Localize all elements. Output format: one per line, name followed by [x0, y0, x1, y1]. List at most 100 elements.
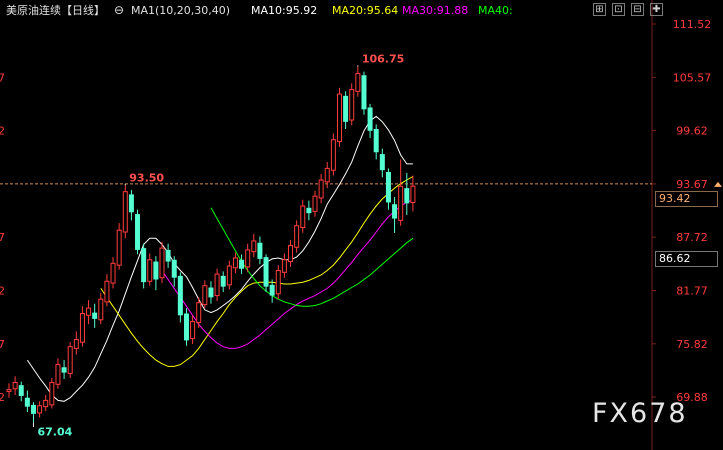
candle-body-up [251, 240, 257, 253]
ma-line-ma30 [161, 199, 414, 349]
candle-body-up [324, 167, 330, 183]
instrument-title: 美原油连续【日线】 [6, 4, 105, 17]
candle-body-up [110, 262, 116, 284]
candle-body-up [226, 265, 232, 286]
candle-body-up [281, 259, 287, 273]
left-edge-label: 2 [0, 284, 5, 297]
candle-body-down [257, 242, 263, 259]
candle-body-down [141, 248, 147, 283]
candle-body-up [49, 381, 55, 406]
candle-body-up [300, 205, 306, 229]
candle-body-down [373, 128, 379, 153]
candle-body-up [232, 257, 238, 269]
chart-header: 美原油连续【日线】 ⊖ MA1(10,20,30,40) MA10:95.92 … [0, 0, 723, 22]
ma40-value: MA40: [478, 4, 513, 17]
candle-body-down [385, 171, 391, 203]
candle-body-up [104, 280, 110, 303]
candle-body-up [196, 302, 202, 323]
candle-body-down [153, 261, 159, 280]
high-price-label: 106.75 [362, 53, 404, 66]
candle-body-down [171, 259, 177, 278]
candle-body-down [177, 275, 183, 316]
current-price-box: 93.42 [655, 191, 718, 207]
candle-body-down [343, 95, 349, 122]
ma-line-ma10 [26, 115, 413, 402]
candle-body-down [183, 313, 189, 341]
candle-body-down [18, 385, 24, 396]
price-label: 75.82 [676, 338, 708, 351]
left-edge-label: 7 [0, 338, 5, 351]
cursor-price-box: 86.62 [655, 251, 718, 267]
candle-body-up [147, 259, 153, 282]
candle-body-up [355, 72, 361, 92]
candle-body-up [37, 405, 43, 414]
candle-body-up [330, 139, 336, 171]
left-edge-label: 7 [0, 71, 5, 84]
candle-body-up [275, 270, 281, 295]
left-edge-label: 2 [0, 125, 5, 138]
candle-body-up [214, 273, 220, 297]
candle-body-up [55, 364, 61, 385]
settings-icon[interactable]: ⊖ [114, 3, 124, 17]
candle-body-down [165, 249, 171, 262]
candle-body-down [263, 257, 269, 287]
candle-body-up [312, 195, 318, 212]
candle-body-down [92, 312, 98, 319]
candle-body-down [404, 188, 410, 204]
candle-body-down [135, 214, 141, 250]
minimize-icon[interactable]: ⊟ [631, 3, 644, 16]
candle-body-up [12, 381, 18, 390]
candle-body-up [67, 346, 73, 375]
candle-body-down [220, 275, 226, 287]
candle-body-up [159, 247, 165, 279]
candle-body-down [208, 287, 214, 298]
candle-body-up [349, 89, 355, 121]
ma20-value: MA20:95.64 [332, 4, 399, 17]
candle-body-down [24, 397, 30, 407]
candle-body-up [288, 244, 294, 263]
left-edge-label: 2 [0, 391, 5, 404]
candle-body-up [294, 225, 300, 248]
candle-body-up [398, 185, 404, 221]
candle-body-up [73, 338, 79, 349]
candle-body-up [86, 307, 92, 316]
ma30-value: MA30:91.88 [402, 4, 469, 17]
candle-body-down [269, 284, 275, 296]
price-label: 87.72 [676, 231, 708, 244]
candle-body-up [245, 249, 251, 268]
candle-body-down [128, 194, 134, 213]
candle-body-up [336, 93, 342, 143]
left-edge-label: 7 [0, 231, 5, 244]
candle-body-down [306, 207, 312, 214]
ma10-value: MA10:95.92 [251, 4, 318, 17]
candle-body-down [239, 259, 245, 269]
candle-body-up [190, 321, 196, 340]
candle-body-up [116, 229, 122, 266]
candle-body-up [318, 179, 324, 199]
candle-body-down [379, 154, 385, 171]
candle-body-up [6, 389, 12, 392]
candle-body-up [43, 399, 49, 408]
candle-body-down [367, 107, 373, 131]
candle-body-down [361, 75, 367, 110]
watermark: FX678 [592, 398, 688, 429]
low-price-label: 67.04 [37, 425, 72, 438]
indicator-name[interactable]: MA1(10,20,30,40) [131, 4, 230, 18]
candlestick-chart[interactable]: 111.52105.5799.6293.6787.7281.7775.8269.… [0, 0, 723, 450]
candle-body-up [79, 313, 85, 343]
candle-body-up [410, 185, 416, 203]
price-label: 99.62 [676, 125, 708, 138]
price-arrow-icon [714, 181, 722, 187]
candle-body-up [122, 191, 128, 233]
candle-body-down [61, 367, 67, 373]
restore-icon[interactable]: ⊡ [612, 3, 625, 16]
add-icon[interactable]: ✚ [650, 3, 663, 16]
price-label: 105.57 [673, 71, 712, 84]
candle-body-down [392, 204, 398, 219]
candle-body-down [30, 404, 36, 414]
price-label: 93.67 [676, 178, 708, 191]
price-label: 81.77 [676, 284, 708, 297]
mid-high-price-label: 93.50 [129, 171, 164, 184]
layout-icon[interactable]: ⊞ [593, 3, 606, 16]
candle-body-up [202, 285, 208, 306]
